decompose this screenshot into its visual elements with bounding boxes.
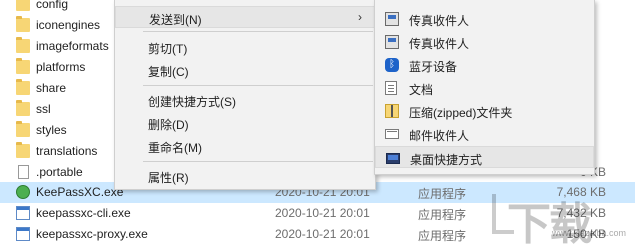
documents-icon — [385, 81, 397, 95]
menu-item-label: 发送到(N) — [149, 13, 202, 27]
send-to-documents[interactable]: 文档 — [375, 77, 594, 99]
folder-icon — [16, 100, 30, 116]
watermark-logo: 下载 — [507, 199, 593, 250]
menu-item-label: 创建快捷方式(S) — [148, 95, 236, 109]
menu-item-rename[interactable]: 重命名(M) — [115, 135, 375, 157]
file-name: keepassxc-cli.exe — [36, 206, 131, 220]
send-to-fax-recipient-2[interactable]: 传真收件人 — [375, 31, 594, 53]
menu-item-create-shortcut[interactable]: 创建快捷方式(S) — [115, 89, 375, 111]
file-name: keepassxc-proxy.exe — [36, 227, 148, 241]
file-date: 2020-10-21 20:01 — [275, 206, 370, 220]
menu-item-delete[interactable]: 删除(D) — [115, 112, 375, 134]
file-name: config — [36, 0, 69, 11]
file-name: styles — [36, 123, 67, 137]
file-date: 2020-10-21 20:01 — [275, 227, 370, 241]
menu-item-label: 属性(R) — [148, 171, 189, 185]
file-type: 应用程序 — [418, 208, 467, 222]
menu-separator — [143, 31, 373, 32]
menu-item-cut[interactable]: 剪切(T) — [115, 36, 375, 58]
submenu-item-label: 邮件收件人 — [409, 129, 470, 143]
folder-icon — [16, 121, 30, 137]
application-icon — [16, 227, 30, 241]
folder-icon — [16, 58, 30, 74]
menu-item-copy[interactable]: 复制(C) — [115, 59, 375, 81]
folder-icon — [16, 0, 30, 11]
submenu-item-label: 传真收件人 — [409, 37, 470, 51]
file-name: platforms — [36, 60, 86, 74]
document-icon — [18, 165, 29, 179]
submenu-item-label: 传真收件人 — [409, 14, 470, 28]
menu-separator — [143, 85, 373, 86]
application-icon — [16, 206, 30, 220]
folder-icon — [16, 142, 30, 158]
send-to-bluetooth[interactable]: ᛒ 蓝牙设备 — [375, 54, 594, 76]
menu-item-properties[interactable]: 属性(R) — [115, 165, 375, 187]
send-to-submenu: 传真收件人 传真收件人 ᛒ 蓝牙设备 文档 压缩(zipped)文件夹 邮件收件… — [374, 0, 595, 175]
submenu-item-label: 蓝牙设备 — [409, 60, 458, 74]
file-name: .portable — [36, 165, 83, 179]
file-name: iconengines — [36, 18, 101, 32]
submenu-item-label: 压缩(zipped)文件夹 — [409, 106, 513, 120]
submenu-item-label: 文档 — [409, 83, 434, 97]
mail-icon — [385, 129, 399, 139]
submenu-item-label: 桌面快捷方式 — [410, 153, 483, 167]
context-menu: 发送到(N) › 剪切(T) 复制(C) 创建快捷方式(S) 删除(D) 重命名… — [114, 0, 376, 190]
watermark: 下载 www.xiazaiba.com — [492, 188, 630, 250]
zip-folder-icon — [385, 104, 399, 118]
folder-icon — [16, 79, 30, 95]
fax-icon — [385, 35, 399, 49]
desktop-icon — [386, 153, 400, 164]
menu-item-label: 重命名(M) — [148, 141, 202, 155]
menu-item-label: 剪切(T) — [148, 42, 188, 56]
fax-icon — [385, 12, 399, 26]
file-name: translations — [36, 144, 98, 158]
bluetooth-icon: ᛒ — [385, 58, 399, 72]
file-name: share — [36, 81, 67, 95]
send-to-fax-recipient-1[interactable]: 传真收件人 — [375, 8, 594, 30]
file-name: KeePassXC.exe — [36, 185, 124, 199]
menu-item-send-to[interactable]: 发送到(N) › — [115, 6, 375, 28]
watermark-url: www.xiazaiba.com — [552, 228, 627, 238]
send-to-zip-folder[interactable]: 压缩(zipped)文件夹 — [375, 100, 594, 122]
file-type: 应用程序 — [418, 187, 467, 201]
send-to-desktop-shortcut[interactable]: 桌面快捷方式 — [375, 146, 594, 168]
menu-item-label: 复制(C) — [148, 65, 189, 79]
menu-separator — [143, 161, 373, 162]
folder-icon — [16, 16, 30, 32]
file-name: ssl — [36, 102, 51, 116]
send-to-mail-recipient[interactable]: 邮件收件人 — [375, 123, 594, 145]
menu-item-label: 删除(D) — [148, 118, 189, 132]
keepass-icon — [16, 185, 30, 199]
file-name: imageformats — [36, 39, 109, 53]
file-type: 应用程序 — [418, 229, 467, 243]
chevron-right-icon: › — [358, 10, 362, 24]
folder-icon — [16, 37, 30, 53]
